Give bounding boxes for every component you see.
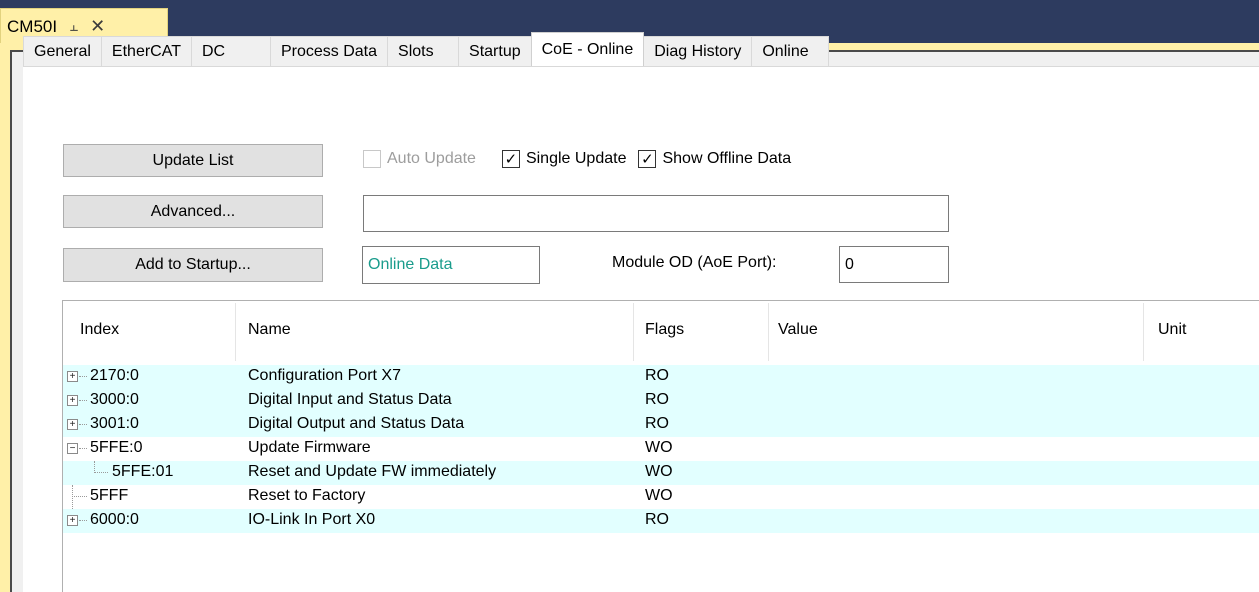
module-od-label: Module OD (AoE Port): [612, 254, 777, 271]
column-header-name[interactable]: Name [248, 321, 291, 339]
show-offline-data-label: Show Offline Data [662, 150, 792, 167]
tab-general[interactable]: General [23, 36, 102, 66]
row-name: Reset and Update FW immediately [248, 463, 497, 480]
table-row[interactable]: − 5FFE:0 Update Firmware WO [63, 437, 1259, 461]
column-divider[interactable] [235, 303, 236, 361]
expand-icon[interactable]: + [67, 395, 78, 406]
tab-label: DC [201, 42, 226, 60]
tab-label: Startup [469, 42, 521, 60]
tab-process-data[interactable]: Process Data [269, 36, 389, 66]
column-divider[interactable] [768, 303, 769, 361]
single-update-label: Single Update [525, 150, 627, 167]
column-header-index[interactable]: Index [80, 321, 119, 339]
tab-label: CoE - Online [541, 40, 634, 58]
row-name: Digital Output and Status Data [248, 415, 465, 432]
row-index: 5FFF [90, 487, 129, 504]
tab-dc[interactable]: DC [190, 36, 271, 66]
row-name: IO-Link In Port X0 [248, 511, 376, 528]
tab-diag-history[interactable]: Diag History [643, 36, 753, 66]
tab-label: Online [762, 42, 809, 60]
tree-connector [79, 400, 87, 401]
column-divider[interactable] [633, 303, 634, 361]
online-data-field: Online Data [362, 246, 540, 284]
update-list-button[interactable]: Update List [63, 144, 323, 177]
table-row[interactable]: + 3000:0 Digital Input and Status Data R… [63, 389, 1259, 413]
row-index: 3001:0 [90, 415, 139, 432]
table-row[interactable]: + 2170:0 Configuration Port X7 RO [63, 365, 1259, 389]
column-header-value[interactable]: Value [778, 321, 818, 339]
pin-icon[interactable]: ⫠ [69, 18, 78, 35]
column-header-unit[interactable]: Unit [1158, 321, 1186, 339]
tree-connector [79, 376, 87, 377]
row-flags: RO [645, 511, 669, 528]
row-flags: WO [645, 487, 673, 504]
row-flags: WO [645, 463, 673, 480]
table-row[interactable]: 5FFF Reset to Factory WO [63, 485, 1259, 509]
tab-label: Diag History [654, 42, 742, 60]
tab-label: General [34, 42, 91, 60]
tree-connector [79, 424, 87, 425]
update-options: Auto Update ✓ Single Update ✓ Show Offli… [363, 150, 791, 168]
add-to-startup-button[interactable]: Add to Startup... [63, 248, 323, 282]
tree-connector [79, 448, 87, 449]
column-divider[interactable] [1143, 303, 1144, 361]
row-index: 3000:0 [90, 391, 139, 408]
row-index: 6000:0 [90, 511, 139, 528]
expand-icon[interactable]: + [67, 371, 78, 382]
search-field[interactable] [363, 195, 949, 232]
row-flags: RO [645, 415, 669, 432]
row-name: Configuration Port X7 [248, 367, 401, 384]
row-index: 2170:0 [90, 367, 139, 384]
row-index: 5FFE:0 [90, 439, 143, 456]
tree-connector [72, 496, 87, 497]
single-update-checkbox[interactable]: ✓ [501, 150, 520, 168]
tab-coe-online[interactable]: CoE - Online [530, 32, 645, 66]
table-row[interactable]: + 6000:0 IO-Link In Port X0 RO [63, 509, 1259, 533]
show-offline-data-checkbox[interactable]: ✓ [638, 150, 657, 168]
object-list[interactable]: Index Name Flags Value Unit + 2170:0 Con… [62, 300, 1259, 592]
tab-startup[interactable]: Startup [458, 36, 532, 66]
auto-update-label: Auto Update [387, 150, 476, 167]
tree-connector [72, 485, 73, 509]
row-name: Digital Input and Status Data [248, 391, 452, 408]
module-od-input[interactable]: 0 [839, 246, 949, 283]
tree-connector [79, 520, 87, 521]
table-row[interactable]: 5FFE:01 Reset and Update FW immediately … [63, 461, 1259, 485]
tab-online[interactable]: Online [751, 36, 830, 66]
tab-ethercat[interactable]: EtherCAT [100, 36, 192, 66]
tab-label: Slots [398, 42, 434, 60]
tab-label: EtherCAT [111, 42, 181, 60]
tab-slots[interactable]: Slots [387, 36, 460, 66]
table-row[interactable]: + 3001:0 Digital Output and Status Data … [63, 413, 1259, 437]
row-flags: RO [645, 367, 669, 384]
list-header: Index Name Flags Value Unit [63, 301, 1259, 361]
expand-icon[interactable]: + [67, 515, 78, 526]
row-name: Update Firmware [248, 439, 371, 456]
row-index: 5FFE:01 [112, 463, 174, 480]
auto-update-checkbox[interactable] [363, 150, 381, 168]
expand-icon[interactable]: + [67, 419, 78, 430]
tab-strip: General EtherCAT DC Process Data Slots S… [23, 32, 830, 66]
column-header-flags[interactable]: Flags [645, 321, 684, 339]
tab-label: Process Data [280, 42, 378, 60]
row-name: Reset to Factory [248, 487, 366, 504]
advanced-button[interactable]: Advanced... [63, 195, 323, 228]
row-flags: WO [645, 439, 673, 456]
tree-connector [94, 472, 108, 473]
row-flags: RO [645, 391, 669, 408]
collapse-icon[interactable]: − [67, 443, 78, 454]
